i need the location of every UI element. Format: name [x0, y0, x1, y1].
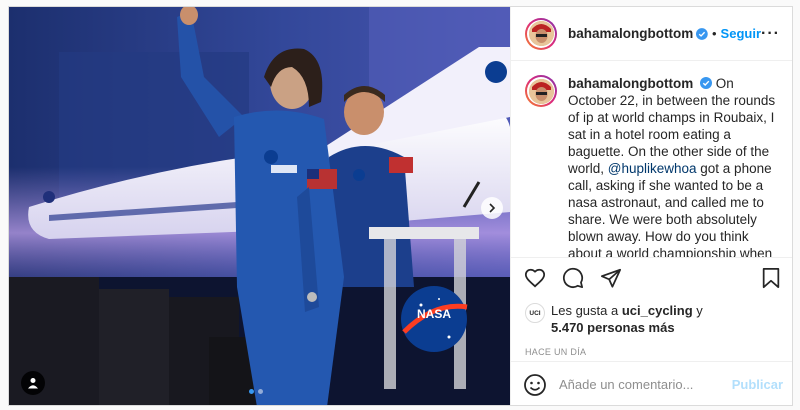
chevron-right-icon — [489, 203, 496, 213]
post-username[interactable]: bahamalongbottom — [568, 26, 693, 41]
carousel-indicator — [249, 389, 263, 394]
post-side-panel: bahamalongbottom • Seguir ··· bahamalong… — [510, 7, 792, 405]
likes-count[interactable]: 5.470 personas más — [551, 320, 675, 335]
astronaut-scene-image — [9, 7, 510, 405]
liker-avatar[interactable]: UCI — [525, 303, 545, 323]
carousel-dot-1 — [249, 389, 254, 394]
bookmark-icon — [762, 267, 780, 289]
share-button[interactable] — [599, 266, 623, 290]
carousel-next-button[interactable] — [481, 197, 503, 219]
share-icon — [600, 268, 622, 288]
action-bar — [511, 258, 792, 298]
post-header: bahamalongbottom • Seguir ··· — [511, 7, 792, 61]
comment-icon — [563, 267, 584, 289]
verified-icon — [696, 27, 708, 40]
actions-section: UCI Les gusta a uci_cycling y 5.470 pers… — [511, 257, 792, 357]
caption-avatar[interactable] — [525, 75, 557, 107]
user-tag-icon — [28, 378, 38, 389]
user-tags-button[interactable] — [21, 371, 45, 395]
caption-mention[interactable]: @huplikewhoa — [608, 161, 697, 176]
separator-dot: • — [711, 26, 717, 41]
save-button[interactable] — [759, 266, 783, 290]
likes-connector: y — [696, 303, 703, 318]
nasa-logo-text: NASA — [417, 307, 452, 321]
caption-username[interactable]: bahamalongbottom — [568, 76, 693, 91]
publish-comment-button[interactable]: Publicar — [732, 377, 783, 392]
liker-username[interactable]: uci_cycling — [622, 303, 693, 318]
caption-section: bahamalongbottom On October 22, in betwe… — [511, 61, 792, 257]
verified-icon — [700, 77, 713, 89]
avatar-image — [528, 78, 554, 104]
comment-input[interactable] — [559, 377, 729, 392]
more-options-icon[interactable]: ··· — [761, 25, 780, 43]
like-button[interactable] — [523, 266, 547, 290]
comment-button[interactable] — [561, 266, 585, 290]
heart-icon — [524, 268, 546, 288]
instagram-post: NASA bahamalongbottom • Seguir ··· baham… — [8, 6, 793, 406]
avatar[interactable] — [525, 17, 557, 50]
follow-button[interactable]: Seguir — [721, 26, 761, 41]
likes-prefix: Les gusta a — [551, 303, 619, 318]
emoji-icon[interactable] — [523, 373, 547, 397]
carousel-dot-2 — [258, 389, 263, 394]
likes-summary: UCI Les gusta a uci_cycling y 5.470 pers… — [511, 298, 792, 336]
caption-text: bahamalongbottom On October 22, in betwe… — [568, 75, 781, 257]
post-image[interactable]: NASA — [9, 7, 510, 405]
avatar-image — [528, 21, 554, 46]
post-timestamp[interactable]: HACE UN DÍA — [511, 336, 792, 357]
comment-composer: Publicar — [511, 361, 792, 405]
